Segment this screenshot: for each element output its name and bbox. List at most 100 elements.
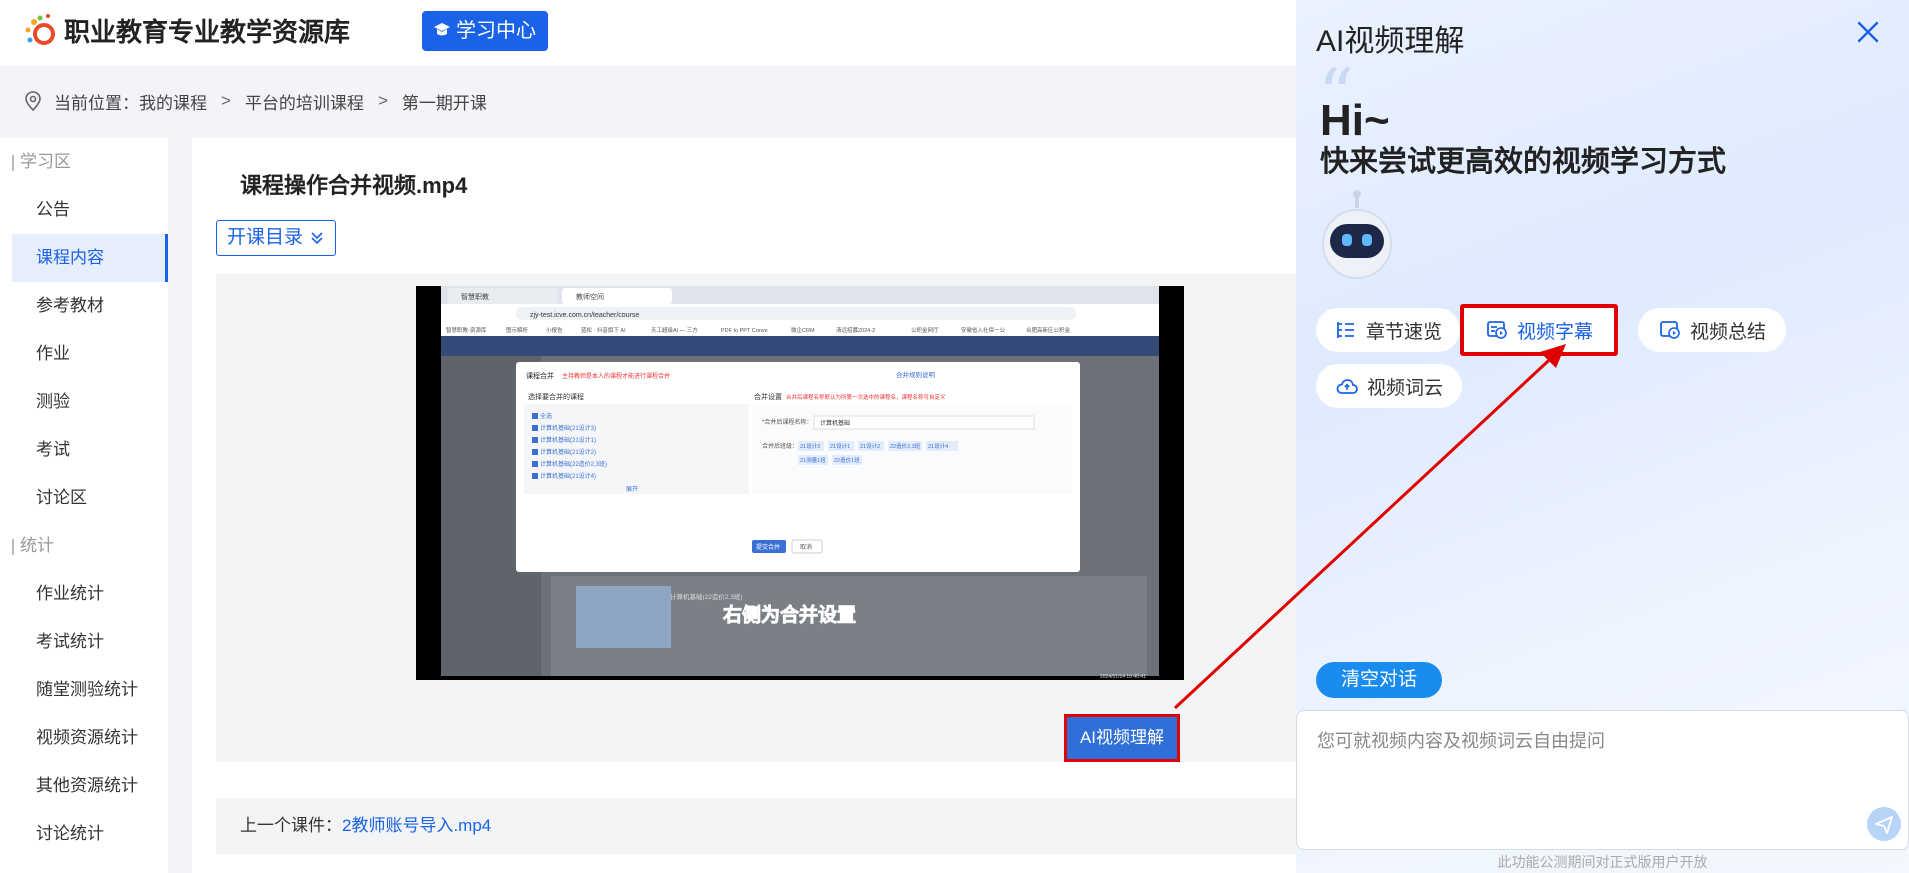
- sidebar-group-study: 学习区: [0, 138, 168, 186]
- send-button[interactable]: [1867, 807, 1901, 841]
- double-chevron-down-icon: [311, 232, 323, 245]
- sidebar-item-quiz-stats[interactable]: 随堂测验统计: [0, 666, 168, 714]
- course-option-4: 计算机基础(22造价2,3班): [540, 460, 607, 468]
- cloud-icon: [1336, 379, 1358, 394]
- sidebar-group-stats: 统计: [0, 522, 168, 570]
- merge-name-value: 计算机基础: [820, 419, 850, 427]
- sidebar-item-quiz[interactable]: 测验: [0, 378, 168, 426]
- course-expand: 展开: [626, 486, 638, 493]
- video-doc-icon: [1487, 321, 1507, 339]
- merge-class-4: 21设计4: [928, 442, 948, 450]
- merge-class-2: 21设计2: [860, 442, 880, 450]
- sidebar-item-discussion-stats[interactable]: 讨论统计: [0, 810, 168, 858]
- course-option-5: 计算机基础(21设计4): [540, 472, 596, 480]
- sidebar-item-video-stats[interactable]: 视频资源统计: [0, 714, 168, 762]
- sidebar-item-exam-stats[interactable]: 考试统计: [0, 618, 168, 666]
- dialog-right-note: 合并后课程名称默认为所第一次选中的课程名，课程名称可自定义: [786, 393, 946, 401]
- sidebar-item-discussion[interactable]: 讨论区: [0, 474, 168, 522]
- merge-class-3: 22造价2,3班: [890, 442, 921, 450]
- chip-label: 视频词云: [1366, 377, 1443, 399]
- learn-center-icon: [434, 23, 450, 36]
- chip-chapter-overview[interactable]: 章节速览: [1316, 308, 1460, 352]
- dialog-warning: 主持教师是本人的课程才能进行课程合并: [562, 372, 670, 380]
- video-title: 课程操作合并视频.mp4: [240, 173, 468, 198]
- catalog-label: 开课目录: [227, 227, 304, 248]
- video-summary-icon: [1660, 321, 1680, 339]
- learn-center-button[interactable]: 学习中心: [422, 11, 548, 51]
- merge-submit-button: 提交合并: [756, 543, 780, 551]
- video-frame-content: 智慧职教 教师空间 zjy-test.icve.com.cn/teacher/c…: [441, 286, 1159, 680]
- course-option-0: 全选: [540, 412, 552, 420]
- video-subtitle: 右侧为合并设置: [722, 603, 856, 626]
- merge-class-5: 21测量1班: [800, 456, 826, 464]
- browser-url: zjy-test.icve.com.cn/teacher/course: [530, 312, 639, 319]
- browser-tab-2: 教师空间: [576, 292, 604, 301]
- list-icon: [1337, 322, 1354, 338]
- dialog-help: 合并规则说明: [896, 370, 936, 379]
- merge-class-0: 21设计3: [800, 442, 820, 450]
- breadcrumb-my-courses[interactable]: 我的课程: [139, 89, 207, 114]
- breadcrumb: 当前位置： 我的课程 > 平台的培训课程 > 第一期开课: [0, 82, 1300, 120]
- bookmark-5: 天工超级AI — 三方: [651, 326, 698, 334]
- prev-courseware-label: 上一个课件：: [240, 816, 342, 835]
- bookmark-2: 图示解析: [506, 326, 529, 334]
- dialog-right-title: 合并设置: [754, 392, 782, 401]
- prev-courseware-link[interactable]: 2教师账号导入.mp4: [342, 816, 491, 835]
- main-content: 课程操作合并视频.mp4 开课目录 智慧职教 教师空间 zjy-test.icv…: [192, 138, 1332, 873]
- sidebar-item-homework[interactable]: 作业: [0, 330, 168, 378]
- sidebar-item-announcement[interactable]: 公告: [0, 186, 168, 234]
- logo-icon: [25, 14, 55, 45]
- course-option-1: 计算机基础(21设计3): [540, 424, 596, 432]
- close-icon[interactable]: [1854, 18, 1882, 46]
- site-title: 职业教育专业教学资源库: [64, 17, 351, 47]
- robot-avatar-icon: [1322, 190, 1392, 279]
- bookmark-6: PDF to PPT Conve: [721, 328, 768, 334]
- chip-video-subtitles[interactable]: 视频字幕: [1460, 304, 1618, 356]
- question-input-box: [1296, 710, 1909, 850]
- dialog-left-title: 选择要合并的课程: [528, 392, 584, 401]
- sidebar: 学习区 公告 课程内容 参考教材 作业 测验 考试 讨论区 统计 作业统计 考试…: [0, 138, 168, 873]
- sidebar-item-textbooks[interactable]: 参考教材: [0, 282, 168, 330]
- bookmark-4: 蓝松 · 抖音旗下 AI: [581, 326, 626, 334]
- chip-video-wordcloud[interactable]: 视频词云: [1316, 364, 1462, 408]
- breadcrumb-prefix: 当前位置：: [54, 93, 139, 113]
- sidebar-item-exam[interactable]: 考试: [0, 426, 168, 474]
- ai-video-understand-button[interactable]: AI视频理解: [1064, 714, 1180, 762]
- merge-class-label: 合并后班级：: [762, 442, 798, 450]
- prev-courseware-bar: 上一个课件：2教师账号导入.mp4: [216, 798, 1332, 854]
- merge-cancel-button: 取消: [800, 543, 812, 551]
- question-input[interactable]: [1317, 727, 1837, 787]
- breadcrumb-platform-courses[interactable]: 平台的培训课程: [245, 89, 364, 114]
- bookmark-9: 公积金网厅: [911, 326, 939, 334]
- ai-subtitle: 快来尝试更高效的视频学习方式: [1320, 146, 1727, 178]
- bookmark-3: 小报告: [546, 326, 563, 334]
- course-option-2: 计算机基础(21设计1): [540, 436, 596, 444]
- beta-notice: 此功能公测期间对正式版用户开放: [1497, 854, 1708, 870]
- course-option-3: 计算机基础(21设计2): [540, 448, 596, 456]
- video-player[interactable]: 智慧职教 教师空间 zjy-test.icve.com.cn/teacher/c…: [416, 286, 1184, 680]
- chip-label: 视频总结: [1689, 321, 1766, 343]
- merge-name-label: *合并后课程名称：: [762, 418, 812, 426]
- merge-class-1: 21设计1: [830, 442, 850, 450]
- sidebar-item-course-content[interactable]: 课程内容: [12, 234, 168, 282]
- bookmark-1: 智慧职教-资源库: [446, 326, 487, 334]
- browser-tab-1: 智慧职教: [461, 292, 489, 301]
- video-timestamp: 2024/01/14 10:40:41: [1100, 674, 1146, 680]
- chip-label: 视频字幕: [1516, 321, 1593, 343]
- bookmark-10: 安徽省入社保一公: [961, 326, 1006, 334]
- catalog-dropdown[interactable]: 开课目录: [216, 220, 337, 256]
- breadcrumb-first-session: 第一期开课: [401, 93, 487, 113]
- clear-conversation-button[interactable]: 清空对话: [1316, 662, 1442, 698]
- page: 职业教育专业教学资源库 学习中心 当前位置： 我的课程 > 平台的培训课程 > …: [0, 0, 1909, 873]
- dialog-title: 课程合并: [526, 371, 554, 380]
- chevron-right-icon: >: [377, 91, 388, 110]
- learn-center-label: 学习中心: [456, 20, 536, 42]
- location-pin-icon: [25, 91, 41, 111]
- sidebar-item-homework-stats[interactable]: 作业统计: [0, 570, 168, 618]
- chevron-right-icon: >: [221, 91, 231, 110]
- bookmark-8: 清远招募2024-2: [836, 326, 875, 334]
- sidebar-item-other-stats[interactable]: 其他资源统计: [0, 762, 168, 810]
- chip-video-summary[interactable]: 视频总结: [1638, 308, 1786, 352]
- merge-class-6: 22造价1班: [834, 456, 860, 464]
- chip-label: 章节速览: [1365, 321, 1442, 343]
